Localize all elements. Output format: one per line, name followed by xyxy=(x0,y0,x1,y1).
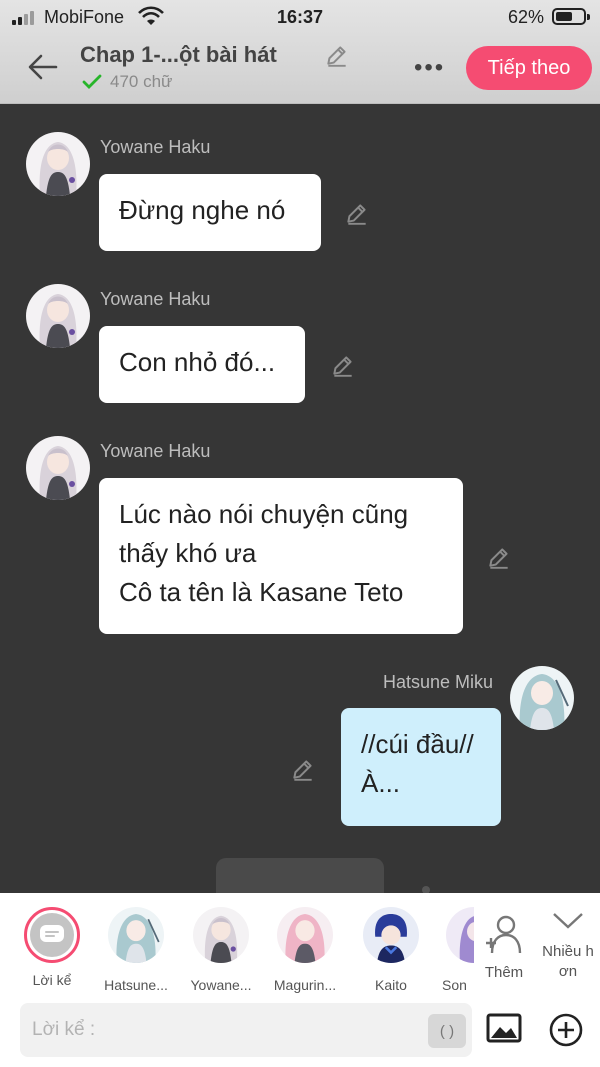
avatar-yowane-haku xyxy=(26,436,90,500)
character-narrator[interactable]: Lời kể xyxy=(12,907,92,988)
word-count: 470 chữ xyxy=(110,72,173,91)
more-characters-button[interactable]: Nhiều h ơn xyxy=(536,911,600,982)
next-button[interactable]: Tiếp theo xyxy=(466,46,592,90)
character-hatsune-miku[interactable]: Hatsune... xyxy=(96,907,176,993)
message-bubble[interactable]: Con nhỏ đó... xyxy=(99,326,305,403)
add-person-icon xyxy=(486,915,522,954)
sender-name: Yowane Haku xyxy=(100,441,211,461)
chapter-title: Chap 1-...ột bài hát xyxy=(80,42,277,67)
edit-message-icon[interactable] xyxy=(344,200,370,226)
character-avatar xyxy=(363,907,419,963)
edit-title-icon[interactable] xyxy=(324,42,350,68)
edit-message-icon[interactable] xyxy=(330,352,356,378)
character-avatar xyxy=(446,907,474,963)
character-avatar xyxy=(277,907,333,963)
character-avatar xyxy=(193,907,249,963)
more-characters-label: Nhiều h ơn xyxy=(542,943,594,980)
edit-message-icon[interactable] xyxy=(290,756,316,782)
back-arrow-icon[interactable] xyxy=(26,50,60,84)
sender-name: Yowane Haku xyxy=(100,289,211,309)
avatar-yowane-haku xyxy=(26,284,90,348)
composer-panel: Lời kể Hatsune... Yowane... Magurin... K… xyxy=(0,893,600,1067)
character-label: Son xyxy=(442,977,467,993)
character-kaito[interactable]: Kaito xyxy=(351,907,431,993)
character-label: Hatsune... xyxy=(104,977,168,993)
image-icon[interactable] xyxy=(486,1013,522,1043)
check-icon xyxy=(82,74,102,89)
add-icon[interactable] xyxy=(549,1013,583,1047)
character-label: Lời kể xyxy=(32,972,72,988)
chevron-down-icon xyxy=(553,913,583,929)
parenthesis-button[interactable]: ( ) xyxy=(428,1014,466,1048)
message-bubble[interactable]: Đừng nghe nó xyxy=(99,174,321,251)
status-bar: MobiFone 16:37 62% xyxy=(0,0,600,32)
sender-name: Yowane Haku xyxy=(100,137,211,157)
narrator-avatar xyxy=(24,907,80,963)
character-label: Magurin... xyxy=(273,977,337,993)
character-label: Yowane... xyxy=(190,977,252,993)
top-bar: MobiFone 16:37 62% Chap 1-...ột bài hát … xyxy=(0,0,600,104)
edit-message-icon[interactable] xyxy=(486,544,512,570)
narration-input[interactable] xyxy=(20,1003,472,1057)
word-count-row: 470 chữ xyxy=(82,72,172,92)
character-label: Kaito xyxy=(375,977,407,993)
avatar-hatsune-miku xyxy=(510,666,574,730)
add-character-button[interactable]: Thêm xyxy=(478,913,530,981)
sender-name: Hatsune Miku xyxy=(383,672,494,692)
character-yowane-haku[interactable]: Yowane... xyxy=(181,907,261,993)
character-magurine[interactable]: Magurin... xyxy=(265,907,345,993)
battery-icon xyxy=(552,8,590,25)
message-bubble[interactable]: //cúi đầu// À... xyxy=(341,708,501,826)
narration-icon xyxy=(40,925,64,942)
character-avatar xyxy=(108,907,164,963)
add-character-label: Thêm xyxy=(484,964,524,981)
avatar-yowane-haku xyxy=(26,132,90,196)
battery-percent: 62% xyxy=(508,7,545,27)
more-options-icon[interactable]: ••• xyxy=(414,54,445,82)
message-bubble[interactable]: Lúc nào nói chuyện cũng thấy khó ưa Cô t… xyxy=(99,478,463,634)
character-son[interactable]: Son xyxy=(436,907,474,993)
